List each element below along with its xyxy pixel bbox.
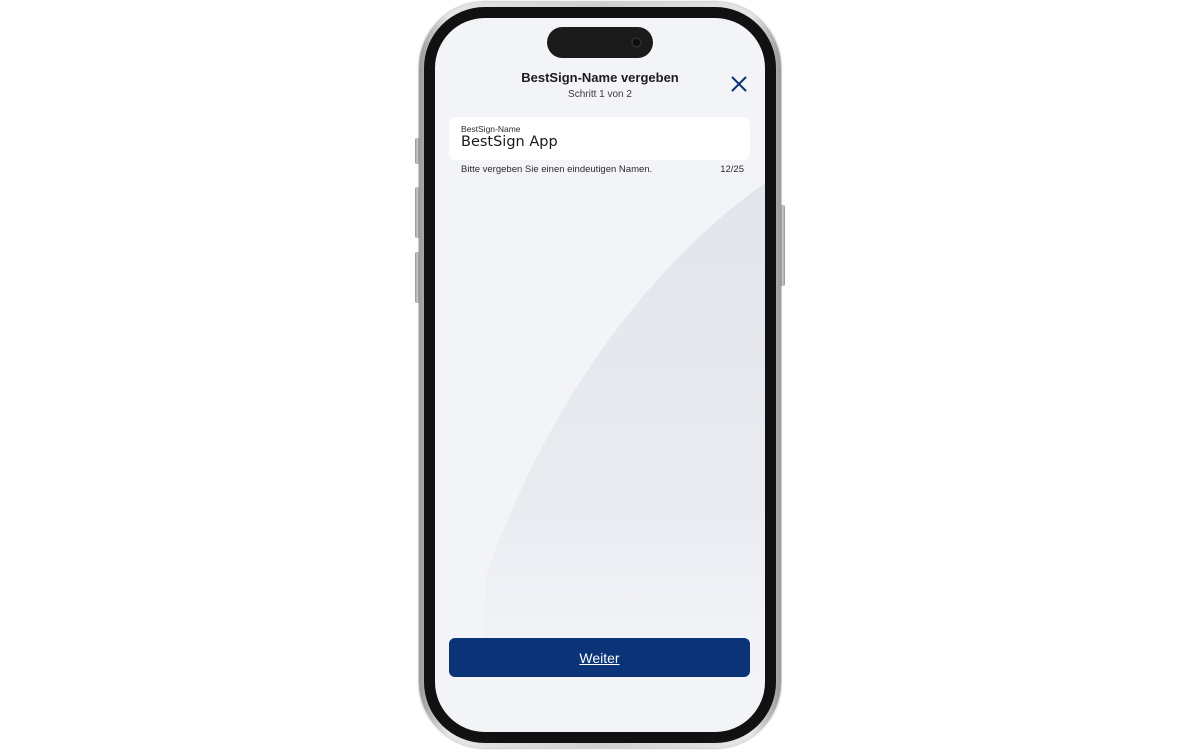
name-field[interactable]: BestSign-Name <box>449 117 750 160</box>
name-field-label: BestSign-Name <box>461 124 521 134</box>
close-icon <box>731 76 747 92</box>
page-title: BestSign-Name vergeben <box>521 70 679 85</box>
step-indicator: Schritt 1 von 2 <box>568 89 632 100</box>
app-screen: BestSign-Name vergeben Schritt 1 von 2 B… <box>435 18 765 732</box>
dynamic-island <box>547 27 653 58</box>
camera-icon <box>631 37 642 48</box>
character-counter: 12/25 <box>720 164 744 175</box>
close-button[interactable] <box>729 74 749 94</box>
device-mockup: BestSign-Name vergeben Schritt 1 von 2 B… <box>0 0 1200 750</box>
helper-text: Bitte vergeben Sie einen eindeutigen Nam… <box>461 164 653 175</box>
name-input[interactable] <box>461 134 741 150</box>
continue-button[interactable]: Weiter <box>449 638 750 677</box>
